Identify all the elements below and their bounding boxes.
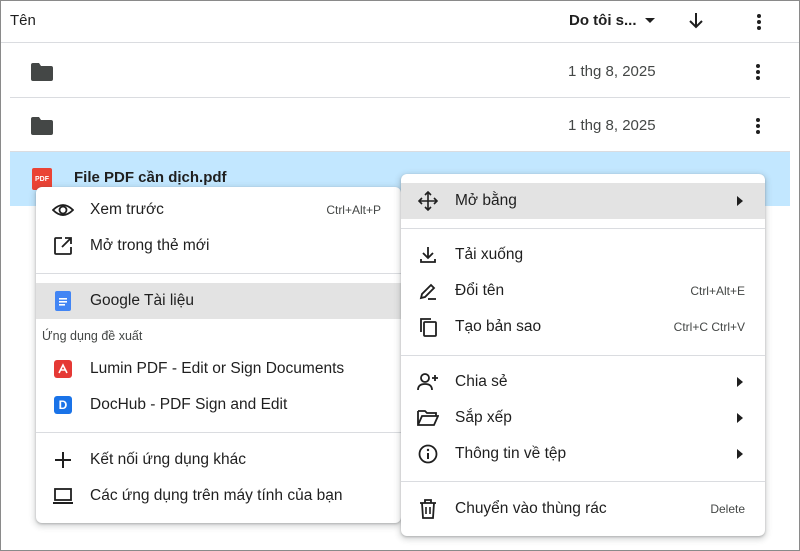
pencil-icon [417, 280, 439, 302]
menu-item-label: Mở trong thẻ mới [90, 237, 210, 254]
menu-divider [401, 481, 765, 482]
menu-divider [36, 432, 401, 433]
menu-item-move-to-trash[interactable]: Chuyển vào thùng rác Delete [401, 491, 765, 527]
laptop-icon [52, 485, 74, 507]
table-row[interactable]: 1 thg 8, 2025 [10, 44, 790, 98]
menu-item-label: Mở bằng [455, 192, 517, 209]
menu-item-label: Đổi tên [455, 282, 505, 299]
menu-item-label: Tạo bản sao [455, 318, 542, 335]
folder-icon [31, 63, 53, 81]
menu-item-label: Tải xuống [455, 246, 524, 263]
menu-item-dochub[interactable]: D DocHub - PDF Sign and Edit [36, 387, 401, 423]
menu-item-open-new-tab[interactable]: Mở trong thẻ mới [36, 228, 401, 264]
menu-item-label: Kết nối ứng dụng khác [90, 451, 247, 468]
menu-item-download[interactable]: Tải xuống [401, 237, 765, 273]
sort-arrow-down-icon[interactable] [687, 11, 705, 31]
submenu-arrow-icon [737, 377, 743, 387]
menu-item-rename[interactable]: Đổi tên Ctrl+Alt+E [401, 273, 765, 309]
menu-divider [401, 355, 765, 356]
row-more-icon[interactable] [750, 116, 766, 136]
row-date: 1 thg 8, 2025 [568, 63, 656, 80]
menu-item-computer-apps[interactable]: Các ứng dụng trên máy tính của bạn [36, 478, 401, 514]
menu-item-shortcut: Ctrl+C Ctrl+V [673, 320, 745, 334]
move-arrows-icon [417, 190, 439, 212]
menu-item-lumin-pdf[interactable]: Lumin PDF - Edit or Sign Documents [36, 351, 401, 387]
drive-file-list: Tên Do tôi s... 1 thg 8, 2025 1 thg 8, 2… [0, 0, 800, 551]
folder-icon [31, 117, 53, 135]
menu-item-label: Sắp xếp [455, 409, 512, 426]
menu-item-label: DocHub - PDF Sign and Edit [90, 396, 288, 413]
menu-item-file-info[interactable]: Thông tin về tệp [401, 436, 765, 472]
menu-item-label: Chuyển vào thùng rác [455, 500, 607, 517]
info-icon [417, 443, 439, 465]
row-date: 1 thg 8, 2025 [568, 117, 656, 134]
column-header-name[interactable]: Tên [10, 12, 36, 29]
menu-item-label: Chia sẻ [455, 373, 508, 390]
menu-item-connect-more-apps[interactable]: Kết nối ứng dụng khác [36, 442, 401, 478]
submenu-arrow-icon [737, 413, 743, 423]
file-name: File PDF cần dịch.pdf [74, 169, 227, 186]
lumin-pdf-icon [52, 358, 74, 380]
list-header: Tên Do tôi s... [1, 1, 799, 43]
menu-item-label: Thông tin về tệp [455, 445, 567, 462]
open-in-new-icon [52, 235, 74, 257]
menu-item-shortcut: Ctrl+Alt+P [326, 203, 381, 217]
menu-item-organize[interactable]: Sắp xếp [401, 400, 765, 436]
submenu-arrow-icon [737, 449, 743, 459]
menu-item-google-docs[interactable]: Google Tài liệu [36, 283, 401, 319]
menu-item-label: Xem trước [90, 201, 164, 218]
eye-icon [52, 199, 74, 221]
menu-item-label: Lumin PDF - Edit or Sign Documents [90, 360, 345, 377]
menu-item-shortcut: Delete [710, 502, 745, 516]
menu-item-shortcut: Ctrl+Alt+E [690, 284, 745, 298]
column-header-owner-label: Do tôi s... [569, 12, 637, 29]
row-more-icon[interactable] [750, 62, 766, 82]
dochub-icon: D [52, 394, 74, 416]
menu-item-label: Các ứng dụng trên máy tính của bạn [90, 487, 343, 504]
person-add-icon [417, 371, 439, 393]
download-icon [417, 244, 439, 266]
menu-divider [36, 273, 401, 274]
folder-open-icon [417, 407, 439, 429]
menu-item-label: Google Tài liệu [90, 292, 194, 309]
open-with-submenu: Xem trước Ctrl+Alt+P Mở trong thẻ mới Go… [36, 187, 401, 523]
copy-icon [417, 316, 439, 338]
plus-icon [52, 449, 74, 471]
menu-item-share[interactable]: Chia sẻ [401, 364, 765, 400]
trash-icon [417, 498, 439, 520]
suggested-apps-label: Ứng dụng đề xuất [42, 329, 143, 343]
file-context-menu: Mở bằng Tải xuống Đổi tên Ctrl+Alt+E Tạo… [401, 174, 765, 536]
menu-divider [401, 228, 765, 229]
caret-down-icon [644, 18, 655, 23]
menu-item-preview[interactable]: Xem trước Ctrl+Alt+P [36, 192, 401, 228]
google-docs-icon [52, 290, 74, 312]
table-row[interactable]: 1 thg 8, 2025 [10, 98, 790, 152]
menu-item-open-with[interactable]: Mở bằng [401, 183, 765, 219]
header-more-icon[interactable] [751, 12, 767, 32]
menu-item-make-copy[interactable]: Tạo bản sao Ctrl+C Ctrl+V [401, 309, 765, 345]
column-header-owner[interactable]: Do tôi s... [569, 12, 655, 29]
submenu-arrow-icon [737, 196, 743, 206]
